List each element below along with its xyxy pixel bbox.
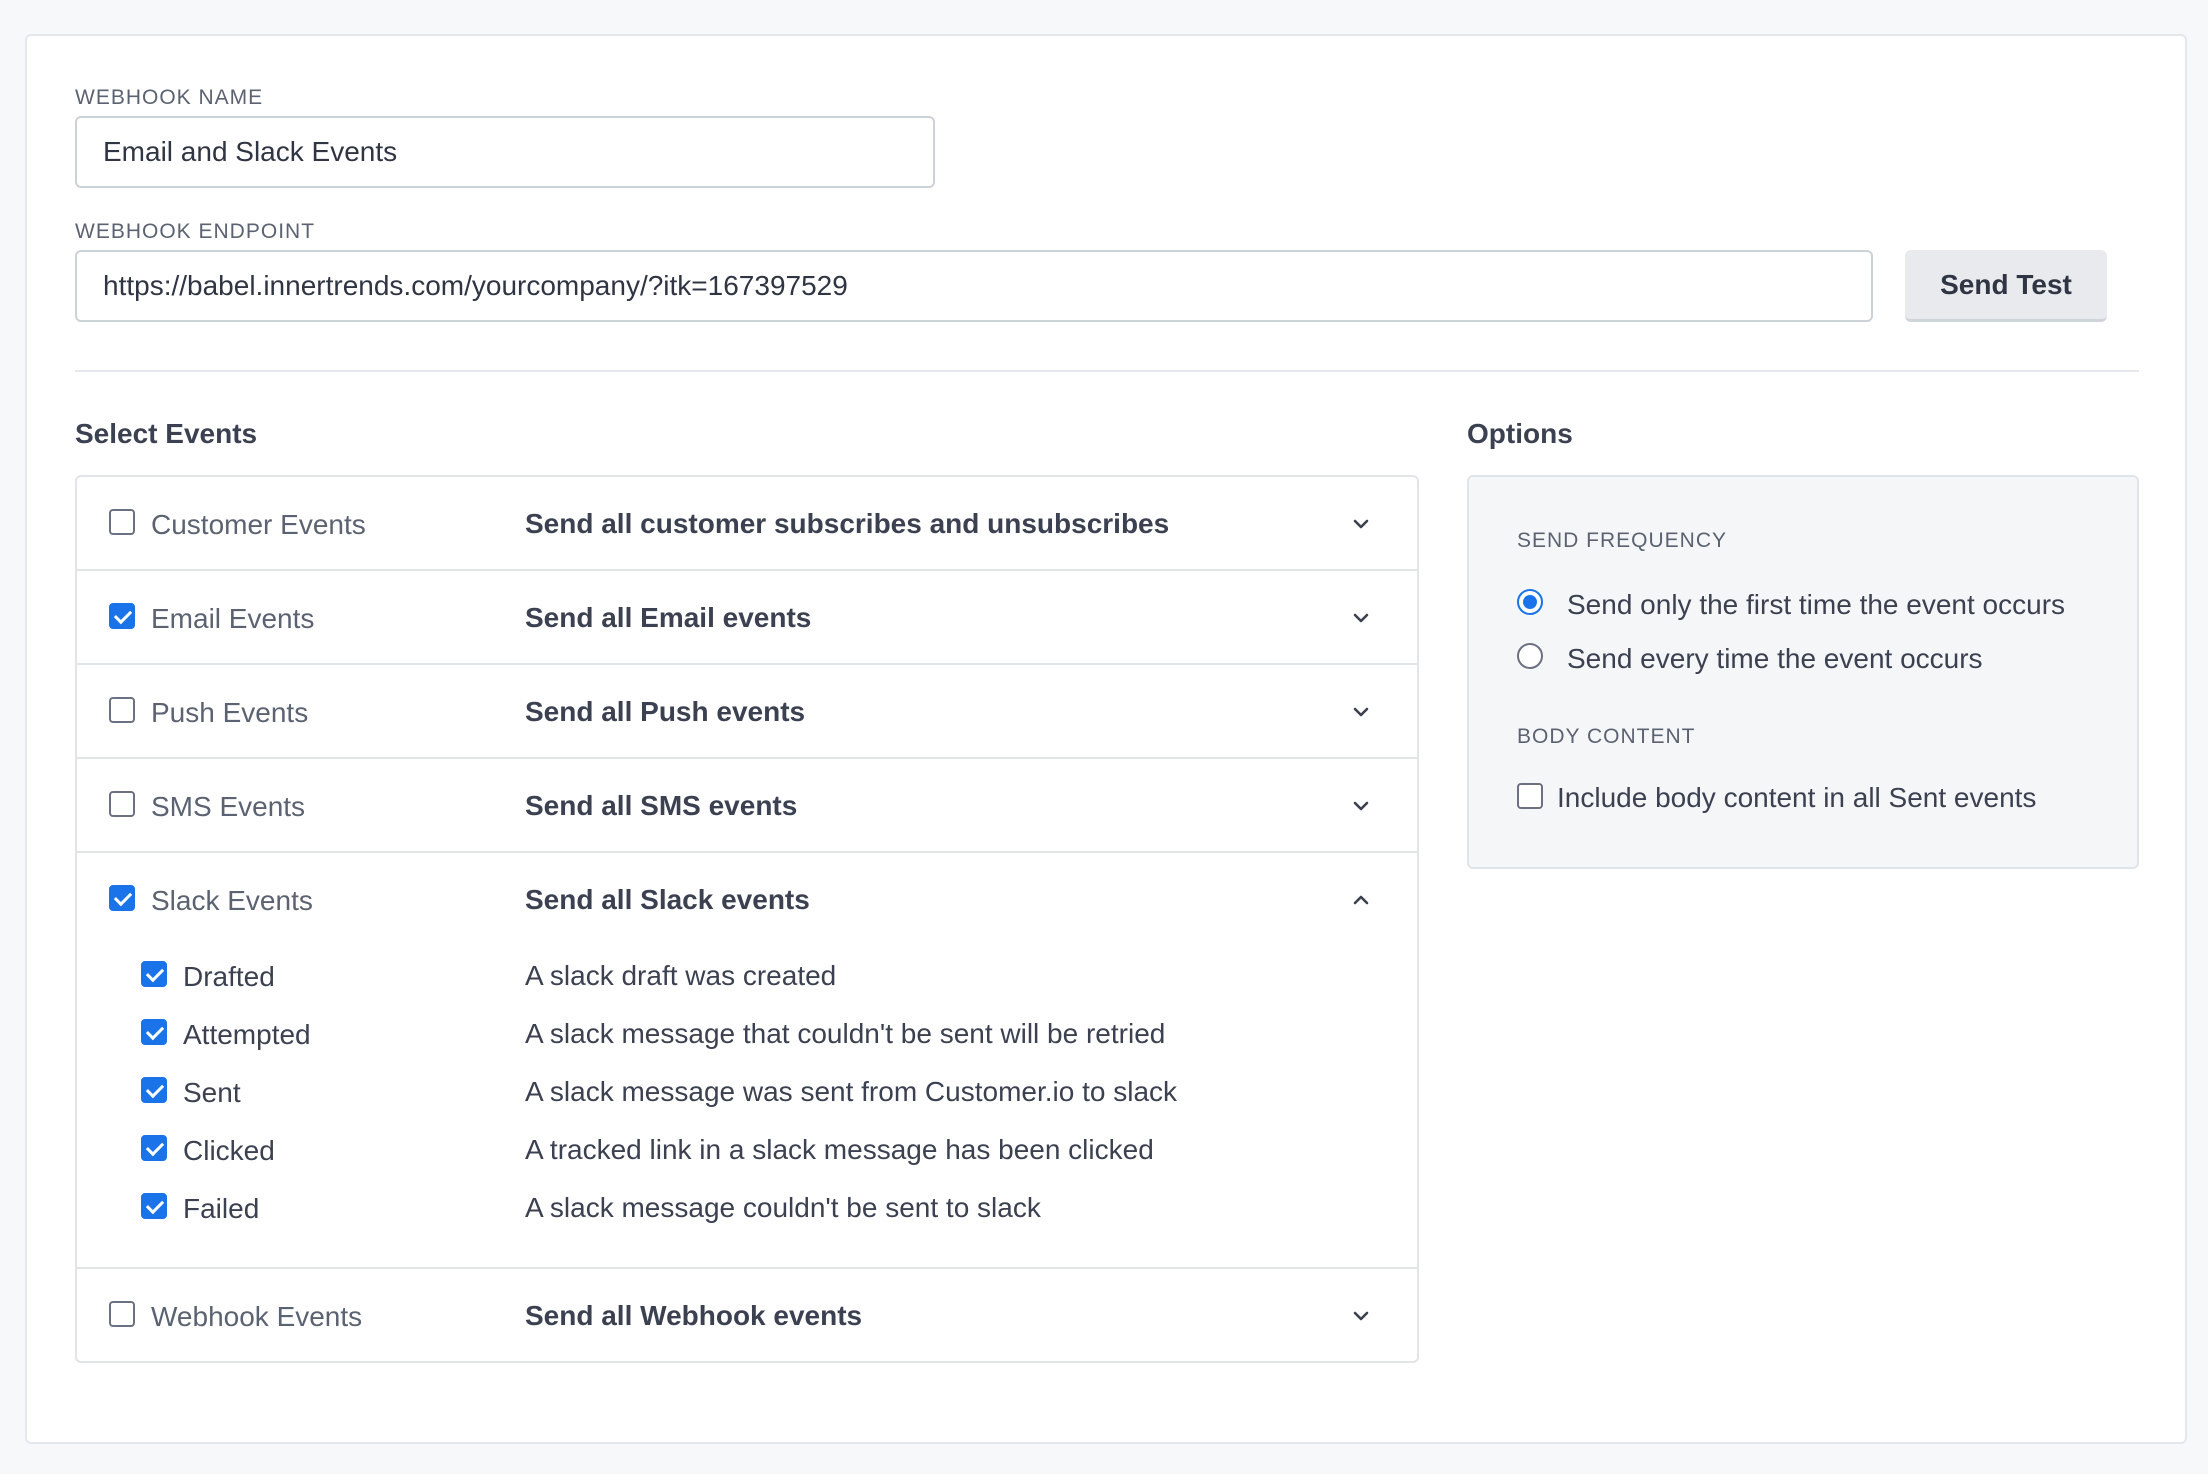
webhook-form-card: WEBHOOK NAME WEBHOOK ENDPOINT Send Test … [25, 34, 2187, 1444]
options-title: Options [1467, 418, 1573, 449]
sub-event-name: Failed [183, 1193, 260, 1224]
event-row-slack[interactable]: Slack Events Send all Slack events Draft… [77, 853, 1417, 1269]
sub-event-description: A slack message that couldn't be sent wi… [525, 1018, 1166, 1049]
chevron-up-icon[interactable] [1349, 888, 1373, 912]
body-content-label: BODY CONTENT [1517, 725, 1696, 748]
include-body-checkbox[interactable] [1517, 783, 1543, 809]
chevron-down-icon[interactable] [1349, 512, 1373, 536]
sub-event-name: Sent [183, 1077, 241, 1108]
event-name: Email Events [151, 603, 315, 634]
sub-event-description: A slack message couldn't be sent to slac… [525, 1192, 1041, 1223]
slack-attempted-checkbox[interactable] [141, 1019, 167, 1045]
event-row-webhook[interactable]: Webhook Events Send all Webhook events [77, 1269, 1417, 1363]
send-every-time-label[interactable]: Send every time the event occurs [1567, 643, 1983, 675]
webhook-name-label: WEBHOOK NAME [75, 86, 264, 109]
event-description: Send all Email events [525, 602, 812, 633]
event-row-push[interactable]: Push Events Send all Push events [77, 665, 1417, 759]
events-list: Customer Events Send all customer subscr… [75, 475, 1419, 1363]
webhook-name-input[interactable] [75, 116, 935, 188]
event-name: Push Events [151, 697, 309, 728]
options-panel: SEND FREQUENCY Send only the first time … [1467, 475, 2139, 869]
sub-event-name: Drafted [183, 961, 275, 992]
slack-events-checkbox[interactable] [109, 885, 135, 911]
webhook-events-checkbox[interactable] [109, 1301, 135, 1327]
webhook-endpoint-label: WEBHOOK ENDPOINT [75, 220, 316, 243]
sub-event-description: A slack message was sent from Customer.i… [525, 1076, 1178, 1107]
chevron-down-icon[interactable] [1349, 794, 1373, 818]
event-name: SMS Events [151, 791, 306, 822]
sub-event-description: A slack draft was created [525, 960, 837, 991]
event-name: Slack Events [151, 885, 313, 916]
event-description: Send all SMS events [525, 790, 798, 821]
select-events-title: Select Events [75, 418, 258, 449]
section-divider [75, 370, 2139, 372]
chevron-down-icon[interactable] [1349, 606, 1373, 630]
send-first-time-radio[interactable] [1517, 589, 1543, 615]
sub-event-name: Attempted [183, 1019, 311, 1050]
send-frequency-label: SEND FREQUENCY [1517, 529, 1728, 552]
event-row-email[interactable]: Email Events Send all Email events [77, 571, 1417, 665]
email-events-checkbox[interactable] [109, 603, 135, 629]
event-description: Send all Webhook events [525, 1300, 863, 1331]
send-first-time-label[interactable]: Send only the first time the event occur… [1567, 589, 2065, 621]
event-description: Send all Push events [525, 696, 806, 727]
push-events-checkbox[interactable] [109, 697, 135, 723]
event-name: Webhook Events [151, 1301, 363, 1332]
sub-event-name: Clicked [183, 1135, 275, 1166]
sms-events-checkbox[interactable] [109, 791, 135, 817]
chevron-down-icon[interactable] [1349, 700, 1373, 724]
include-body-label[interactable]: Include body content in all Sent events [1557, 782, 2036, 814]
slack-sent-checkbox[interactable] [141, 1077, 167, 1103]
send-every-time-radio[interactable] [1517, 643, 1543, 669]
event-name: Customer Events [151, 509, 366, 540]
send-test-button[interactable]: Send Test [1905, 250, 2107, 322]
slack-drafted-checkbox[interactable] [141, 961, 167, 987]
event-row-customer[interactable]: Customer Events Send all customer subscr… [77, 477, 1417, 571]
event-description: Send all customer subscribes and unsubsc… [525, 508, 1170, 539]
sub-event-description: A tracked link in a slack message has be… [525, 1134, 1154, 1165]
event-row-sms[interactable]: SMS Events Send all SMS events [77, 759, 1417, 853]
customer-events-checkbox[interactable] [109, 509, 135, 535]
chevron-down-icon[interactable] [1349, 1304, 1373, 1328]
slack-failed-checkbox[interactable] [141, 1193, 167, 1219]
webhook-endpoint-input[interactable] [75, 250, 1873, 322]
slack-clicked-checkbox[interactable] [141, 1135, 167, 1161]
event-description: Send all Slack events [525, 884, 810, 915]
